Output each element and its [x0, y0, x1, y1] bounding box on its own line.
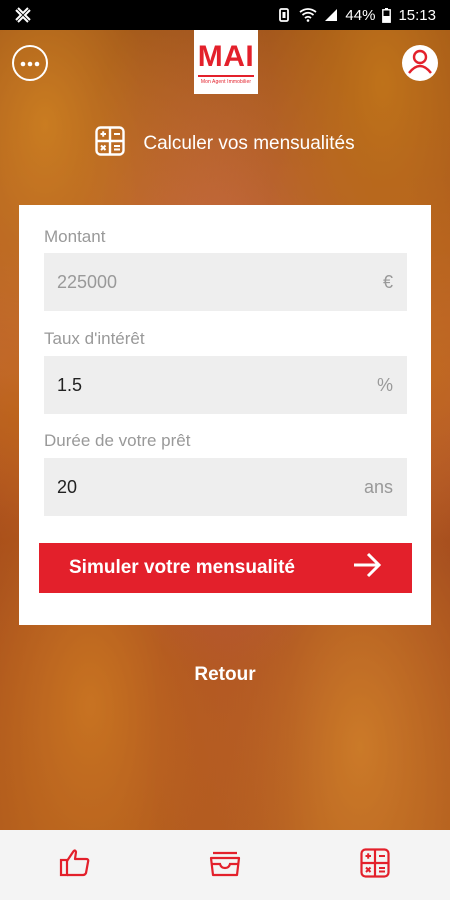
- amount-field[interactable]: 225000 €: [44, 253, 407, 311]
- duration-unit: ans: [363, 476, 393, 497]
- app-notification-icon: [14, 6, 32, 24]
- calculator-icon: [95, 126, 126, 162]
- status-bar: 44% 15:13: [0, 0, 450, 30]
- nav-item-favorites[interactable]: [45, 835, 105, 895]
- clock: 15:13: [398, 6, 436, 24]
- simulate-button[interactable]: Simuler votre mensualité: [39, 543, 412, 593]
- duration-field[interactable]: 20 ans: [44, 458, 407, 516]
- calculator-icon: [360, 847, 390, 883]
- battery-icon: [382, 7, 392, 23]
- signal-icon: [324, 8, 338, 22]
- amount-unit: €: [382, 271, 393, 292]
- rate-label: Taux d'intérêt: [44, 329, 145, 348]
- wifi-icon: [299, 8, 317, 22]
- rate-value: 1.5: [57, 374, 83, 395]
- amount-placeholder: 225000: [57, 271, 118, 292]
- user-icon: [402, 45, 438, 81]
- section-header: Calculer vos mensualités: [0, 126, 450, 162]
- loan-calculator-form: Montant 225000 € Taux d'intérêt 1.5 % Du…: [19, 205, 431, 625]
- logo-subtext: Mon Agent Immobilier: [200, 79, 252, 85]
- amount-label: Montant: [44, 227, 106, 246]
- bottom-nav: [0, 830, 450, 900]
- back-link[interactable]: Retour: [0, 664, 450, 686]
- nav-item-calculator[interactable]: [345, 835, 405, 895]
- more-horizontal-icon: [20, 54, 40, 72]
- rate-unit: %: [376, 374, 393, 395]
- vibrate-icon: [276, 7, 292, 23]
- rate-field[interactable]: 1.5 %: [44, 356, 407, 414]
- duration-label: Durée de votre prêt: [44, 431, 191, 450]
- logo-text: MAI: [197, 40, 255, 73]
- arrow-right-icon: [352, 552, 382, 584]
- section-title: Calculer vos mensualités: [143, 133, 355, 154]
- simulate-button-label: Simuler votre mensualité: [69, 557, 295, 578]
- menu-button[interactable]: [12, 45, 48, 81]
- battery-percent: 44%: [345, 6, 376, 24]
- nav-item-inbox[interactable]: [195, 835, 255, 895]
- duration-value: 20: [57, 476, 78, 497]
- thumbs-up-icon: [59, 848, 91, 883]
- profile-button[interactable]: [402, 45, 438, 81]
- inbox-tray-icon: [209, 849, 241, 882]
- brand-logo: MAI Mon Agent Immobilier: [194, 30, 258, 94]
